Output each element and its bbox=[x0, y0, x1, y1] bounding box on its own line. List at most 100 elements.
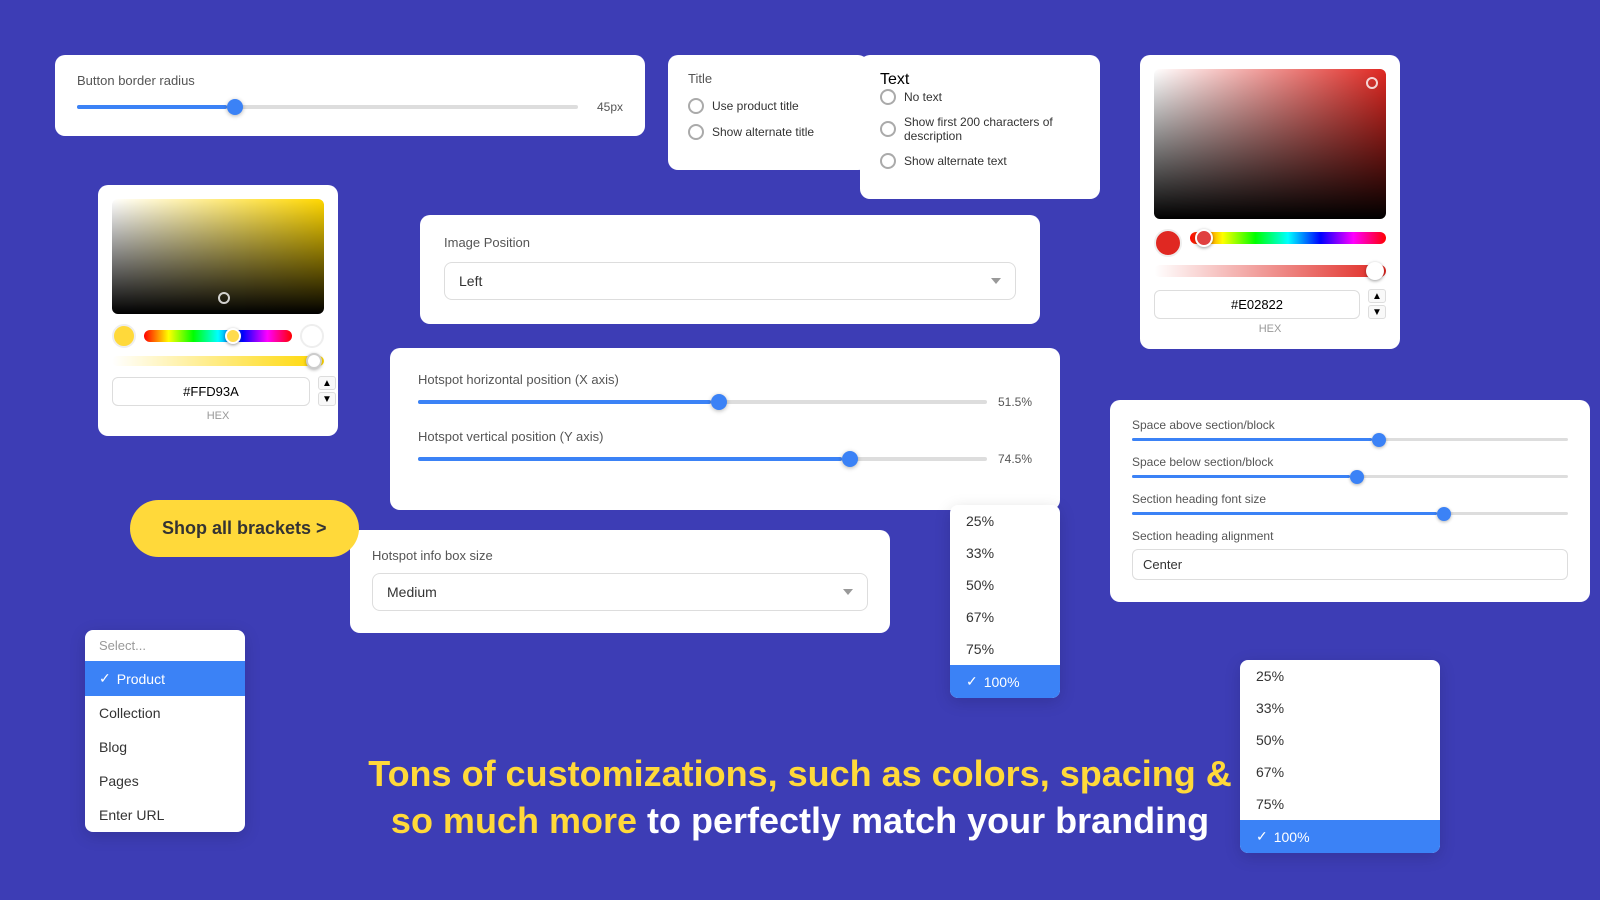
color-swatch-yellow[interactable] bbox=[112, 324, 136, 348]
spinner-down-yellow[interactable]: ▼ bbox=[318, 392, 336, 406]
image-position-card: Image Position Left Right Center bbox=[420, 215, 1040, 324]
bottom-text: Tons of customizations, such as colors, … bbox=[0, 751, 1600, 845]
space-settings-card: Space above section/block Space below se… bbox=[1110, 400, 1590, 602]
color-picker-yellow-card: ▲ ▼ HEX bbox=[98, 185, 338, 436]
r-percent-item-25[interactable]: 25% bbox=[1240, 660, 1440, 692]
select-placeholder[interactable]: Select... bbox=[85, 630, 245, 661]
text-option-2[interactable]: Show first 200 characters of description bbox=[880, 115, 1080, 143]
bottom-text-line2: so much more to perfectly match your bra… bbox=[0, 798, 1600, 845]
percent-item-50[interactable]: 50% bbox=[950, 569, 1060, 601]
text-option-1[interactable]: No text bbox=[880, 89, 1080, 105]
hue-slider-yellow[interactable] bbox=[144, 330, 292, 342]
hex-input-yellow[interactable] bbox=[112, 377, 310, 406]
color-gradient-yellow[interactable] bbox=[112, 199, 324, 314]
hue-thumb-yellow[interactable] bbox=[225, 328, 241, 344]
color-swatch-row-yellow bbox=[112, 324, 324, 348]
percent-item-75[interactable]: 75% bbox=[950, 633, 1060, 665]
text-radio-2[interactable] bbox=[880, 121, 896, 137]
section-heading-font-thumb[interactable] bbox=[1437, 507, 1451, 521]
dropdown-percent-left: 25% 33% 50% 67% 75% ✓ 100% bbox=[950, 505, 1060, 698]
hotspot-x-thumb[interactable] bbox=[711, 394, 727, 410]
title-label-2: Show alternate title bbox=[712, 125, 814, 139]
title-radio-2[interactable] bbox=[688, 124, 704, 140]
hotspot-y-thumb[interactable] bbox=[842, 451, 858, 467]
color-swatch-white[interactable] bbox=[300, 324, 324, 348]
hotspot-size-header: Hotspot info box size bbox=[372, 548, 868, 563]
space-below-track[interactable] bbox=[1132, 475, 1568, 478]
color-picker-red-card: ▲ ▼ HEX bbox=[1140, 55, 1400, 349]
space-above-label: Space above section/block bbox=[1132, 418, 1568, 432]
hex-label-yellow: HEX bbox=[112, 410, 324, 422]
hex-label-red: HEX bbox=[1154, 323, 1386, 335]
hotspot-size-select[interactable]: Small Medium Large bbox=[372, 573, 868, 611]
opacity-thumb-red[interactable] bbox=[1366, 262, 1384, 280]
color-picker-dot-yellow[interactable] bbox=[218, 292, 230, 304]
percent-item-100[interactable]: ✓ 100% bbox=[950, 665, 1060, 698]
section-heading-font-fill bbox=[1132, 512, 1437, 515]
hotspot-y-track[interactable] bbox=[418, 457, 987, 461]
image-position-select[interactable]: Left Right Center bbox=[444, 262, 1016, 300]
color-picker-dot-red[interactable] bbox=[1366, 77, 1378, 89]
hotspot-y-label: Hotspot vertical position (Y axis) bbox=[418, 429, 1032, 444]
spinner-up-red[interactable]: ▲ bbox=[1368, 289, 1386, 303]
space-above-fill bbox=[1132, 438, 1372, 441]
color-gradient-red[interactable] bbox=[1154, 69, 1386, 219]
spinner-yellow: ▲ ▼ bbox=[318, 376, 336, 406]
text-option-3[interactable]: Show alternate text bbox=[880, 153, 1080, 169]
text-header: Text bbox=[880, 71, 1080, 89]
border-radius-label: Button border radius bbox=[77, 73, 623, 88]
percent-item-33[interactable]: 33% bbox=[950, 537, 1060, 569]
border-radius-slider-row: 45px bbox=[77, 100, 623, 114]
hotspot-x-fill bbox=[418, 400, 711, 404]
text-label-1: No text bbox=[904, 90, 942, 104]
title-option-1[interactable]: Use product title bbox=[688, 98, 848, 114]
image-position-header: Image Position bbox=[444, 235, 1016, 250]
border-radius-thumb[interactable] bbox=[227, 99, 243, 115]
hue-thumb-red[interactable] bbox=[1195, 229, 1213, 247]
title-header: Title bbox=[688, 71, 848, 86]
title-card: Title Use product title Show alternate t… bbox=[668, 55, 868, 170]
space-above-thumb[interactable] bbox=[1372, 433, 1386, 447]
spinner-up-yellow[interactable]: ▲ bbox=[318, 376, 336, 390]
title-radio-1[interactable] bbox=[688, 98, 704, 114]
hex-input-red[interactable] bbox=[1154, 290, 1360, 319]
r-percent-item-33[interactable]: 33% bbox=[1240, 692, 1440, 724]
border-radius-value: 45px bbox=[588, 100, 623, 114]
section-heading-align-select[interactable]: Center Left Right bbox=[1132, 549, 1568, 580]
bottom-text-part2-yellow: so much more bbox=[391, 800, 637, 841]
text-card: Text No text Show first 200 characters o… bbox=[860, 55, 1100, 199]
hotspot-x-value: 51.5% bbox=[997, 395, 1032, 409]
section-heading-align-label: Section heading alignment bbox=[1132, 529, 1568, 543]
hotspot-size-card: Hotspot info box size Small Medium Large bbox=[350, 530, 890, 633]
hex-row-yellow: ▲ ▼ bbox=[112, 376, 324, 406]
text-label-2: Show first 200 characters of description bbox=[904, 115, 1080, 143]
percent-item-67[interactable]: 67% bbox=[950, 601, 1060, 633]
spinner-down-red[interactable]: ▼ bbox=[1368, 305, 1386, 319]
opacity-slider-red[interactable] bbox=[1154, 265, 1386, 277]
spinner-red: ▲ ▼ bbox=[1368, 289, 1386, 319]
hue-slider-red[interactable] bbox=[1190, 232, 1386, 244]
select-product[interactable]: ✓ Product bbox=[85, 661, 245, 696]
shop-brackets-button[interactable]: Shop all brackets > bbox=[130, 500, 359, 557]
opacity-slider-yellow[interactable] bbox=[112, 356, 324, 366]
check-icon-product: ✓ bbox=[99, 670, 111, 687]
title-label-1: Use product title bbox=[712, 99, 799, 113]
hotspot-y-fill bbox=[418, 457, 842, 461]
select-collection[interactable]: Collection bbox=[85, 696, 245, 730]
hex-row-red: ▲ ▼ bbox=[1154, 289, 1386, 319]
hotspot-y-value: 74.5% bbox=[997, 452, 1032, 466]
text-radio-3[interactable] bbox=[880, 153, 896, 169]
space-above-track[interactable] bbox=[1132, 438, 1568, 441]
text-label-3: Show alternate text bbox=[904, 154, 1007, 168]
hotspot-x-track[interactable] bbox=[418, 400, 987, 404]
bottom-text-part2-white: to perfectly match your branding bbox=[637, 800, 1209, 841]
text-radio-1[interactable] bbox=[880, 89, 896, 105]
border-radius-track[interactable] bbox=[77, 105, 578, 109]
color-swatch-red[interactable] bbox=[1154, 229, 1182, 257]
section-heading-font-track[interactable] bbox=[1132, 512, 1568, 515]
hotspot-y-slider-row: 74.5% bbox=[418, 452, 1032, 466]
space-below-thumb[interactable] bbox=[1350, 470, 1364, 484]
percent-item-25[interactable]: 25% bbox=[950, 505, 1060, 537]
opacity-thumb-yellow[interactable] bbox=[306, 353, 322, 369]
title-option-2[interactable]: Show alternate title bbox=[688, 124, 848, 140]
